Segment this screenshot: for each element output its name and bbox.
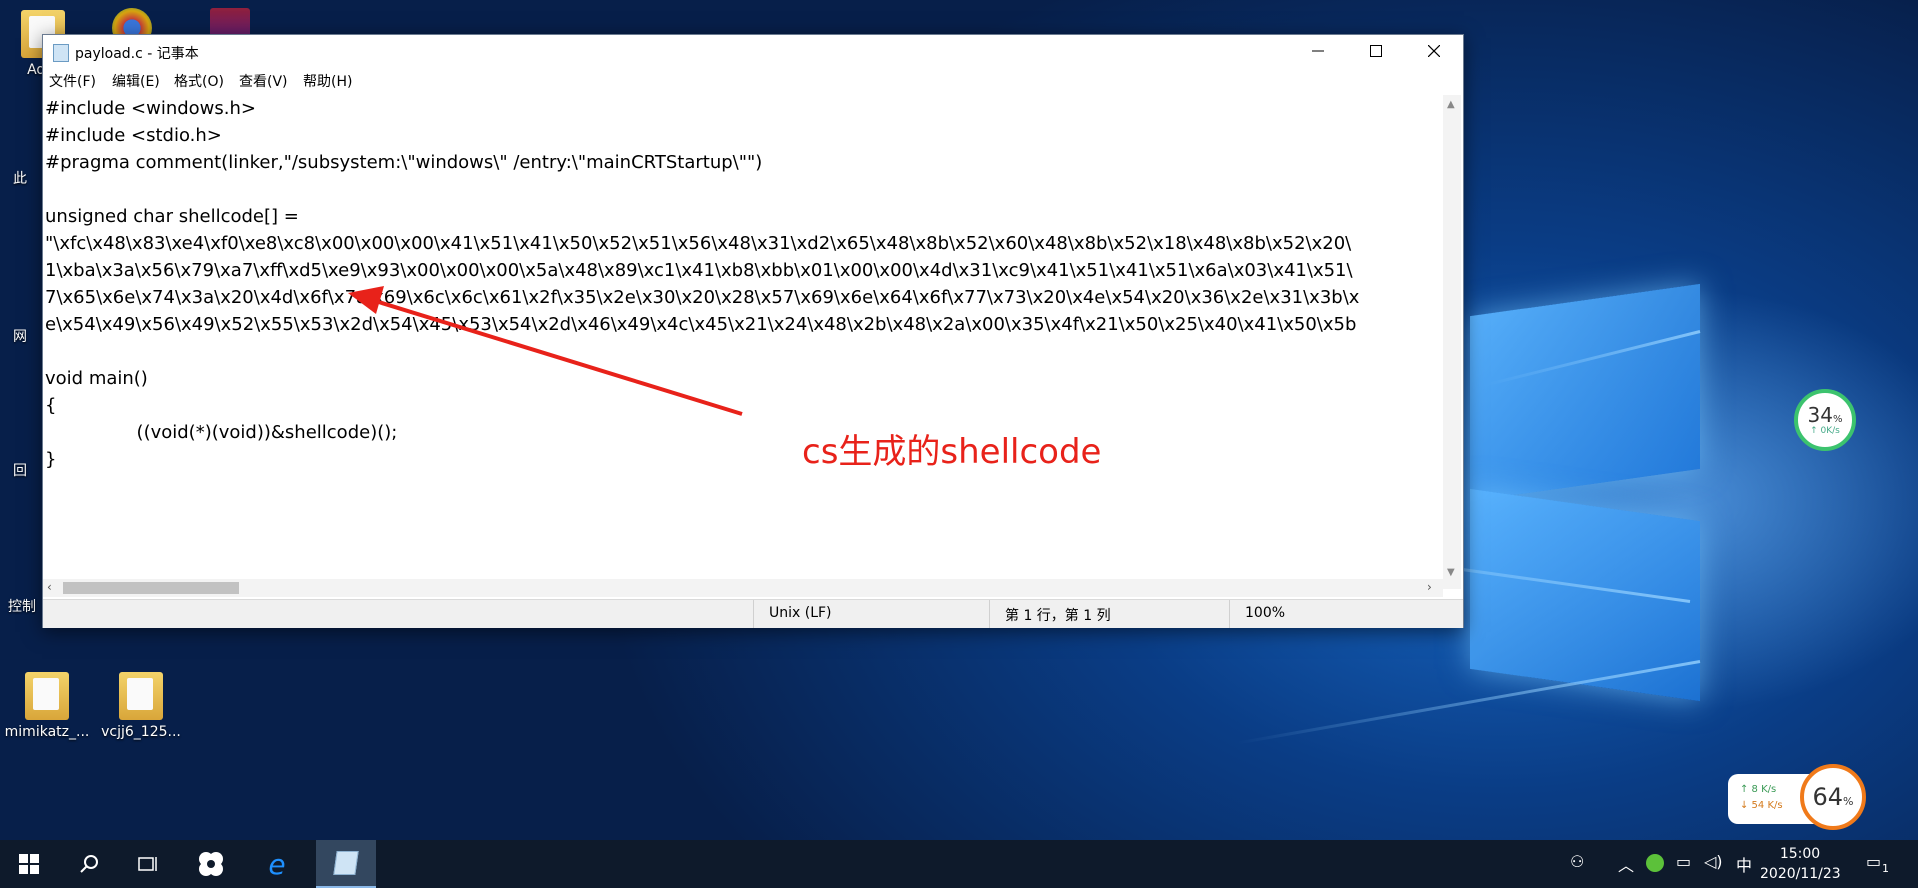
text-editor[interactable]: #include <windows.h> #include <stdio.h> … xyxy=(45,95,1441,587)
tray-overflow-chevron-icon[interactable]: ︿ xyxy=(1618,852,1634,876)
status-divider xyxy=(753,600,754,628)
search-button[interactable] xyxy=(62,840,116,888)
windows-logo-pane xyxy=(1470,488,1700,702)
desktop-icon-label: vcjj6_125... xyxy=(101,724,181,740)
status-divider xyxy=(989,600,990,628)
desktop-icon-recycle-bin[interactable]: 回 xyxy=(0,460,40,480)
vertical-scrollbar[interactable]: ▲ ▼ xyxy=(1443,95,1461,589)
people-icon[interactable]: ⚇ xyxy=(1570,852,1584,871)
code-line: ((void(*)(void))&shellcode)(); xyxy=(45,422,398,443)
clock-time: 15:00 xyxy=(1779,846,1821,862)
minimize-icon xyxy=(1312,50,1324,52)
horizontal-scrollbar[interactable]: ‹ › xyxy=(43,579,1443,597)
code-line: #pragma comment(linker,"/subsystem:\"win… xyxy=(45,152,763,173)
clock[interactable]: 15:00 2020/11/23 xyxy=(1760,844,1841,884)
scroll-right-icon[interactable]: › xyxy=(1427,580,1432,594)
notepad-icon xyxy=(53,44,69,62)
cpu-percent: 34 xyxy=(1807,402,1833,427)
notepad-window: payload.c - 记事本 文件(F) 编辑(E) 格式(O) 查看(V) … xyxy=(42,34,1464,628)
code-line: { xyxy=(45,395,57,416)
annotation-label: cs生成的shellcode xyxy=(802,432,1102,472)
cpu-unit: % xyxy=(1832,413,1843,425)
folder-icon xyxy=(119,672,163,720)
volume-icon[interactable]: ◁) xyxy=(1704,852,1723,871)
code-line: #include <windows.h> xyxy=(45,98,256,119)
start-button[interactable] xyxy=(0,840,58,888)
memory-unit: % xyxy=(1843,795,1854,808)
maximize-icon xyxy=(1370,45,1382,57)
window-title: payload.c - 记事本 xyxy=(75,46,199,62)
desktop-icon-vcjj6[interactable]: vcjj6_125... xyxy=(98,672,184,740)
net-download: ↓ 54 K/s xyxy=(1740,800,1783,811)
internet-explorer-icon: e xyxy=(268,847,286,881)
cpu-rate: ↑ 0K/s xyxy=(1810,425,1840,436)
close-icon xyxy=(1428,45,1440,57)
menu-help[interactable]: 帮助(H) xyxy=(303,71,352,91)
code-line: } xyxy=(45,449,57,470)
taskbar-app-ie[interactable]: e xyxy=(250,840,304,888)
pinwheel-app-icon xyxy=(199,852,223,876)
code-line: unsigned char shellcode[] = xyxy=(45,206,299,227)
desktop-icon-label: 网 xyxy=(13,329,27,345)
status-divider xyxy=(1229,600,1230,628)
status-zoom: 100% xyxy=(1245,605,1286,621)
status-bar: Unix (LF) 第 1 行，第 1 列 100% xyxy=(43,599,1463,628)
desktop-icon-label: mimikatz_... xyxy=(4,724,90,740)
menu-format[interactable]: 格式(O) xyxy=(174,71,224,91)
code-line: 1\xba\x3a\x56\x79\xa7\xff\xd5\xe9\x93\x0… xyxy=(45,260,1353,281)
net-upload: ↑ 8 K/s xyxy=(1740,784,1777,795)
task-view-icon xyxy=(138,857,157,871)
memory-percent: 64 xyxy=(1812,783,1844,811)
horizontal-scroll-thumb[interactable] xyxy=(63,582,239,594)
desktop-icon-mimikatz[interactable]: mimikatz_... xyxy=(4,672,90,740)
status-cursor-position: 第 1 行，第 1 列 xyxy=(1005,608,1111,624)
cpu-gauge[interactable]: 34% ↑ 0K/s xyxy=(1794,389,1856,451)
desktop-icon-network[interactable]: 网 xyxy=(0,326,40,346)
clock-date: 2020/11/23 xyxy=(1760,866,1841,882)
task-view-button[interactable] xyxy=(122,840,176,888)
maximize-button[interactable] xyxy=(1347,35,1405,67)
memory-gauge[interactable]: 64% xyxy=(1800,764,1866,830)
notepad-taskbar-icon xyxy=(333,851,359,875)
title-bar[interactable]: payload.c - 记事本 xyxy=(43,35,1463,67)
desktop-icon-label: 此 xyxy=(13,171,27,187)
code-line: void main() xyxy=(45,368,148,389)
scroll-left-icon[interactable]: ‹ xyxy=(47,580,52,594)
scroll-up-icon[interactable]: ▲ xyxy=(1447,99,1455,110)
status-line-ending: Unix (LF) xyxy=(769,605,832,621)
menu-file[interactable]: 文件(F) xyxy=(49,71,96,91)
desktop-icon-label: 回 xyxy=(13,463,27,479)
network-icon[interactable]: ▭ xyxy=(1676,852,1691,871)
menu-edit[interactable]: 编辑(E) xyxy=(112,71,160,91)
ime-indicator[interactable]: 中 xyxy=(1736,852,1752,876)
minimize-button[interactable] xyxy=(1289,35,1347,67)
desktop-icon-label: 控制 xyxy=(8,599,36,615)
security-tray-icon[interactable] xyxy=(1646,854,1664,872)
taskbar-app-pinwheel[interactable] xyxy=(184,840,238,888)
notifications-icon[interactable]: ▭ xyxy=(1866,852,1881,871)
scroll-down-icon[interactable]: ▼ xyxy=(1447,567,1455,578)
notification-count: 1 xyxy=(1882,862,1889,875)
windows-logo-pane xyxy=(1470,283,1700,502)
desktop-icon-this-pc[interactable]: 此 xyxy=(0,168,40,188)
close-button[interactable] xyxy=(1405,35,1463,67)
code-line: 7\x65\x6e\x74\x3a\x20\x4d\x6f\x7a\x69\x6… xyxy=(45,287,1360,308)
code-line: "\xfc\x48\x83\xe4\xf0\xe8\xc8\x00\x00\x0… xyxy=(45,233,1352,254)
taskbar-app-notepad[interactable] xyxy=(316,840,376,888)
folder-icon xyxy=(25,672,69,720)
desktop-icon-control-panel[interactable]: 控制 xyxy=(0,596,44,616)
code-line: #include <stdio.h> xyxy=(45,125,222,146)
menu-view[interactable]: 查看(V) xyxy=(239,71,288,91)
light-ray xyxy=(1236,660,1701,745)
code-line: e\x54\x49\x56\x49\x52\x55\x53\x2d\x54\x4… xyxy=(45,314,1357,335)
taskbar: e ⚇ ︿ ▭ ◁) 中 15:00 2020/11/23 ▭ 1 xyxy=(0,840,1918,888)
search-icon xyxy=(80,855,98,873)
windows-start-icon xyxy=(19,854,39,874)
